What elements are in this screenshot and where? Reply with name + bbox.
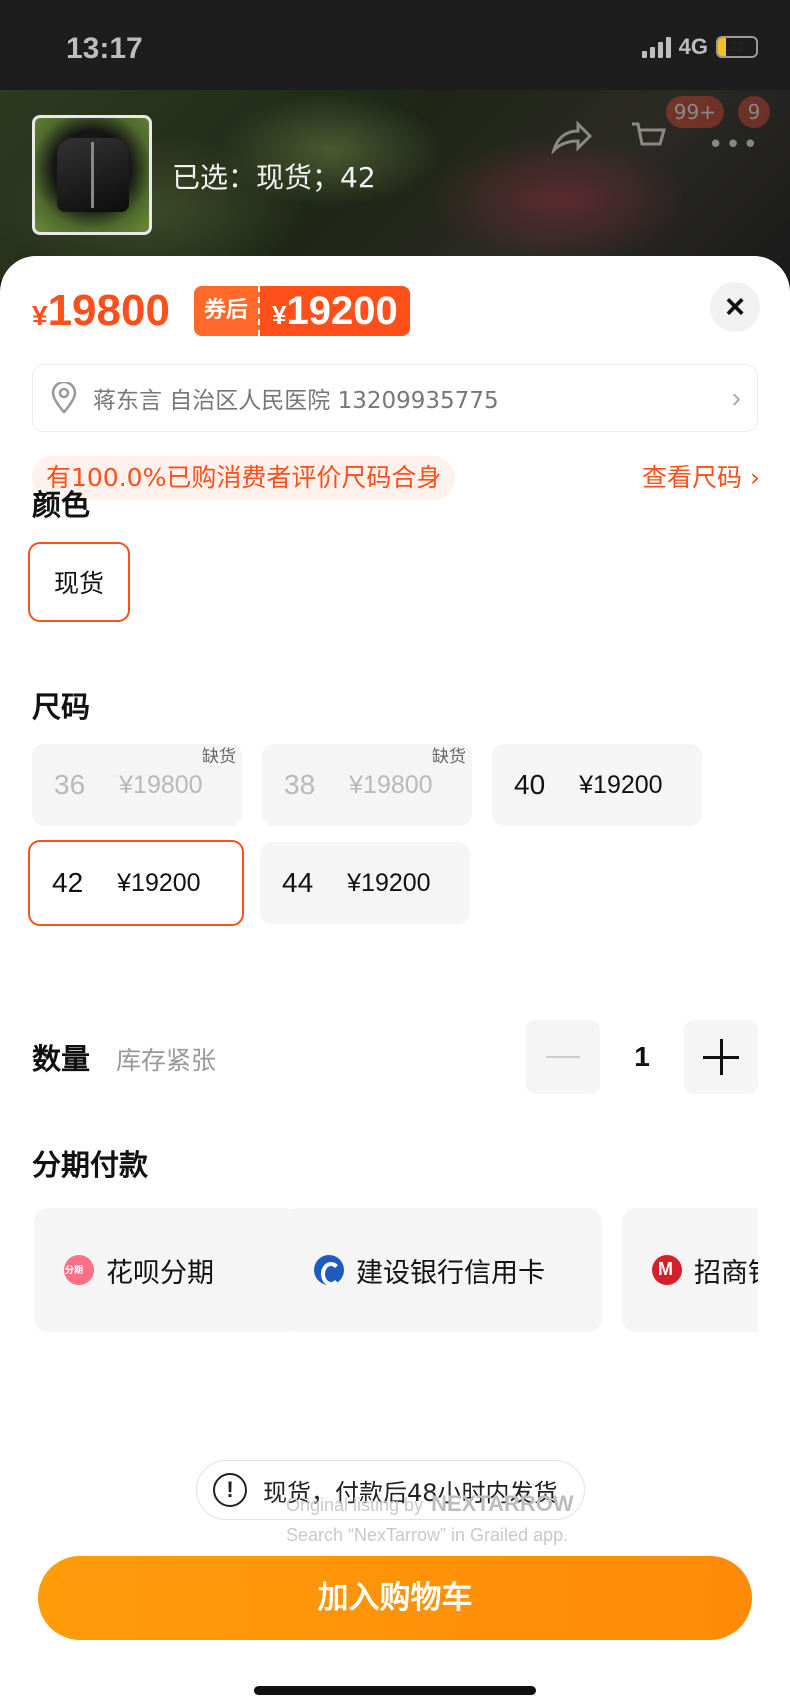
coupon-tag: 券后 <box>194 286 261 336</box>
huabei-icon <box>64 1255 94 1285</box>
out-of-stock-label: 缺货 <box>202 747 236 767</box>
status-bar: 13:17 4G 21 <box>0 0 790 90</box>
address-text: 蒋东言 自治区人民医院 13209935775 <box>93 388 499 414</box>
installment-option-cmb[interactable]: 招商银行信用卡 <box>622 1208 758 1332</box>
network-type: 4G <box>678 34 708 59</box>
close-button[interactable]: × <box>710 282 760 332</box>
battery-level: 21 <box>728 38 746 55</box>
size-option-36[interactable]: 缺货 36 ¥19800 <box>32 744 242 826</box>
size-guide-link[interactable]: 查看尺码 › <box>642 456 760 500</box>
status-indicators: 4G 21 <box>641 34 758 60</box>
product-hero-background: 已选：现货；42 99+ 9 ••• <box>0 90 790 280</box>
info-icon: ! <box>213 1473 247 1507</box>
message-count-badge: 99+ <box>665 96 724 128</box>
installment-options: 花呗分期 建设银行信用卡 招商银行信用卡 <box>32 1208 758 1336</box>
home-indicator[interactable] <box>254 1686 536 1695</box>
product-thumbnail[interactable] <box>32 115 152 235</box>
out-of-stock-label: 缺货 <box>432 747 466 767</box>
size-option-44[interactable]: 44 ¥19200 <box>260 842 470 924</box>
status-time: 13:17 <box>66 32 143 65</box>
share-icon <box>551 120 592 154</box>
increase-quantity-button[interactable] <box>684 1020 758 1094</box>
sku-selection-sheet: ¥19800 券后 ¥19200 × 蒋东言 自治区人民医院 132099357… <box>0 256 790 1708</box>
watermark-brand: NEXTARROW <box>431 1491 574 1516</box>
chevron-right-icon: › <box>731 382 741 413</box>
color-option-xianhuo[interactable]: 现货 <box>28 542 131 622</box>
hero-badges: 99+ 9 <box>665 96 770 128</box>
more-icon: ••• <box>707 130 760 160</box>
coupon-price-badge: 券后 ¥19200 <box>194 286 410 336</box>
installment-section-title: 分期付款 <box>32 1148 149 1182</box>
cmb-icon <box>652 1255 682 1285</box>
color-section-title: 颜色 <box>32 488 91 522</box>
stock-note: 库存紧张 <box>116 1046 217 1075</box>
quantity-value[interactable]: 1 <box>600 1020 684 1094</box>
ccb-icon <box>314 1255 344 1286</box>
size-option-38[interactable]: 缺货 38 ¥19800 <box>262 744 472 826</box>
cart-icon <box>632 122 666 146</box>
size-option-42[interactable]: 42 ¥19200 <box>28 840 244 926</box>
cart-count-badge: 9 <box>738 96 770 128</box>
selected-spec-label: 已选：现货；42 <box>172 161 376 194</box>
add-to-cart-button[interactable]: 加入购物车 <box>38 1556 752 1640</box>
location-pin-icon <box>51 382 77 414</box>
size-section-title: 尺码 <box>32 690 91 724</box>
original-price: ¥19800 <box>32 286 170 335</box>
size-fit-tip: 有100.0%已购消费者评价尺码合身 <box>32 456 456 500</box>
coupon-price: ¥19200 <box>272 289 398 333</box>
decrease-quantity-button[interactable] <box>526 1020 600 1094</box>
installment-option-huabei[interactable]: 花呗分期 <box>34 1208 298 1332</box>
shipping-address-row[interactable]: 蒋东言 自治区人民医院 13209935775 › <box>32 364 758 432</box>
signal-icon <box>641 36 671 58</box>
battery-icon: 21 <box>716 36 758 58</box>
quantity-label: 数量 <box>32 1042 91 1076</box>
installment-option-ccb[interactable]: 建设银行信用卡 <box>284 1208 602 1332</box>
watermark: Original listing by NEXTARROW Search “Nex… <box>286 1491 574 1545</box>
size-option-40[interactable]: 40 ¥19200 <box>492 744 702 826</box>
